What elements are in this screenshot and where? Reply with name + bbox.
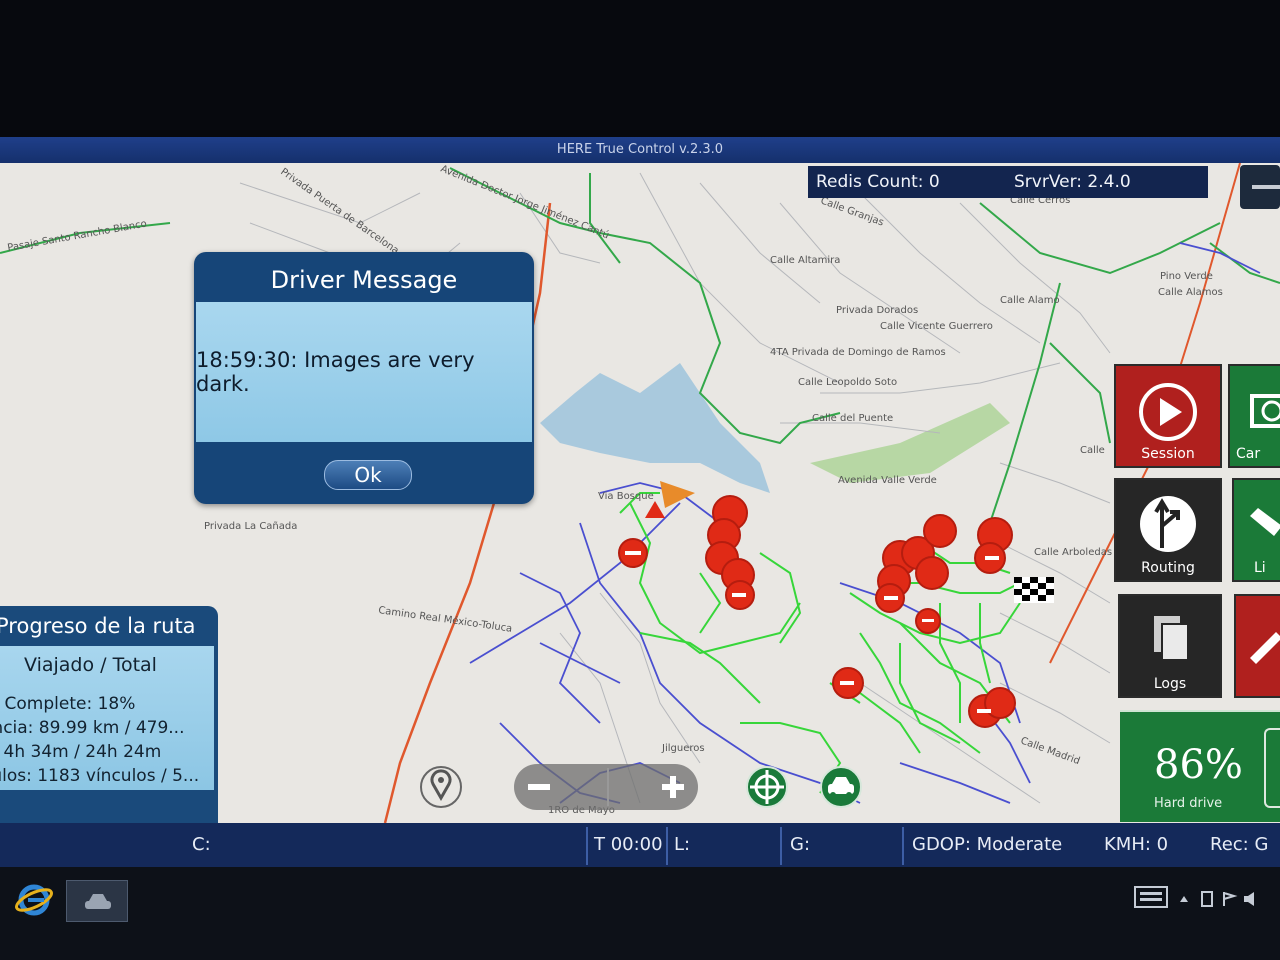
tray-icons[interactable] — [1178, 890, 1258, 908]
map-label: Camino Real México-Toluca — [378, 604, 513, 635]
hard-drive-tile: 86% Hard drive — [1120, 710, 1280, 822]
progress-title: Progreso de la ruta — [0, 614, 196, 638]
map-label: Via Bosque — [598, 491, 654, 502]
routing-button[interactable]: Routing — [1114, 478, 1222, 582]
status-l: L: — [674, 834, 691, 855]
map-label: Avenida Doctor Jorge Jiménez Cantú — [439, 163, 611, 241]
zoom-icons — [528, 768, 684, 806]
map-label: Calle Vicente Guerrero — [880, 321, 993, 332]
map-label: Calle Alamo — [1000, 295, 1060, 306]
map-label: Pino Verde — [1160, 271, 1213, 282]
copy-icon — [1154, 616, 1189, 661]
minus-icon — [528, 784, 550, 790]
status-separator — [666, 827, 668, 865]
finish-flag — [1014, 577, 1054, 603]
drive-gauge-icon — [1264, 728, 1280, 808]
car-icon — [85, 894, 111, 909]
hard-drive-percent: 86% — [1154, 742, 1243, 788]
ok-button[interactable]: Ok — [324, 460, 412, 490]
marker-cluster — [618, 495, 1016, 728]
status-gdop: GDOP: Moderate — [912, 834, 1063, 855]
map-label: Pasaje Santo Rancho Blanco — [7, 219, 148, 254]
progress-subtitle: Viajado / Total — [24, 654, 157, 676]
camera-icon — [1250, 394, 1280, 428]
map-label: Avenida Valle Verde — [838, 475, 937, 486]
progress-links: culos: 1183 vínculos / 5... — [0, 766, 200, 786]
pencil-icon — [1250, 508, 1280, 536]
map-label: Calle — [1080, 445, 1105, 456]
play-icon — [1139, 383, 1197, 441]
progress-distance: ancia: 89.99 km / 479... — [0, 718, 185, 738]
server-info-bar: Redis Count: 0 SrvrVer: 2.4.0 — [808, 166, 1208, 198]
status-rec: Rec: G — [1210, 834, 1269, 855]
progress-complete: te Complete: 18% — [0, 694, 136, 714]
routing-label: Routing — [1141, 560, 1195, 576]
zoom-control — [514, 764, 698, 810]
map-label: Calle del Puente — [812, 413, 893, 424]
hard-drive-label: Hard drive — [1154, 796, 1223, 811]
status-time: T 00:00 — [594, 834, 663, 855]
server-version: SrvrVer: 2.4.0 — [1014, 172, 1131, 192]
li-label: Li — [1254, 560, 1266, 576]
screen-bezel — [0, 0, 1280, 137]
status-kmh: KMH: 0 — [1104, 834, 1169, 855]
menu-button[interactable] — [1240, 165, 1280, 209]
location-pin-icon[interactable] — [418, 764, 464, 810]
progress-body: Viajado / Total te Complete: 18% ancia: … — [0, 646, 214, 790]
map-label: Privada Dorados — [836, 305, 918, 316]
car-icon[interactable] — [818, 764, 864, 810]
map-label: Calle Madrid — [1019, 735, 1081, 767]
redis-count: Redis Count: 0 — [816, 172, 940, 192]
progress-time: a: 4h 34m / 24h 24m — [0, 742, 162, 762]
keyboard-icon[interactable] — [1134, 886, 1168, 908]
li-button[interactable]: Li — [1232, 478, 1280, 582]
map-label: Privada La Cañada — [204, 521, 297, 532]
driver-message-dialog: Driver Message 18:59:30: Images are very… — [194, 252, 534, 504]
status-separator — [902, 827, 904, 865]
dialog-title: Driver Message — [270, 266, 458, 294]
status-c: C: — [192, 834, 211, 855]
dialog-message: 18:59:30: Images are very dark. — [196, 348, 475, 396]
start-triangle — [645, 501, 665, 518]
map-label: Jilgueros — [661, 743, 705, 754]
map-label: Calle Arboledas — [1034, 547, 1112, 558]
logs-button[interactable]: Logs — [1118, 594, 1222, 698]
session-button[interactable]: Session — [1114, 364, 1222, 468]
map-label: Calle Leopoldo Soto — [798, 377, 897, 388]
route-progress-panel: Progreso de la ruta Viajado / Total te C… — [0, 606, 218, 828]
wrench-icon — [1250, 632, 1280, 664]
logs-label: Logs — [1153, 676, 1187, 692]
map-label: Calle Altamira — [770, 255, 840, 266]
routing-icon — [1140, 496, 1196, 552]
map-label: Calle Granjas — [819, 195, 885, 228]
window-title: HERE True Control v.2.3.0 — [0, 137, 1280, 163]
map-label: 4TA Privada de Domingo de Ramos — [770, 347, 946, 358]
status-separator — [586, 827, 588, 865]
status-g: G: — [790, 834, 811, 855]
camera-label: Car — [1236, 446, 1261, 462]
taskbar — [0, 867, 1280, 960]
internet-explorer-icon[interactable] — [14, 880, 54, 920]
dialog-body: 18:59:30: Images are very dark. — [196, 302, 532, 442]
crosshair-icon[interactable] — [744, 764, 790, 810]
map-label: Calle Alamos — [1158, 287, 1223, 298]
taskbar-app-button[interactable] — [66, 880, 128, 922]
status-bar: C: T 00:00 L: G: GDOP: Moderate KMH: 0 R… — [0, 823, 1280, 867]
status-separator — [780, 827, 782, 865]
session-label: Session — [1141, 446, 1195, 462]
camera-button[interactable]: Car — [1228, 364, 1280, 468]
start-flag — [660, 481, 695, 508]
tool-button[interactable] — [1234, 594, 1280, 698]
